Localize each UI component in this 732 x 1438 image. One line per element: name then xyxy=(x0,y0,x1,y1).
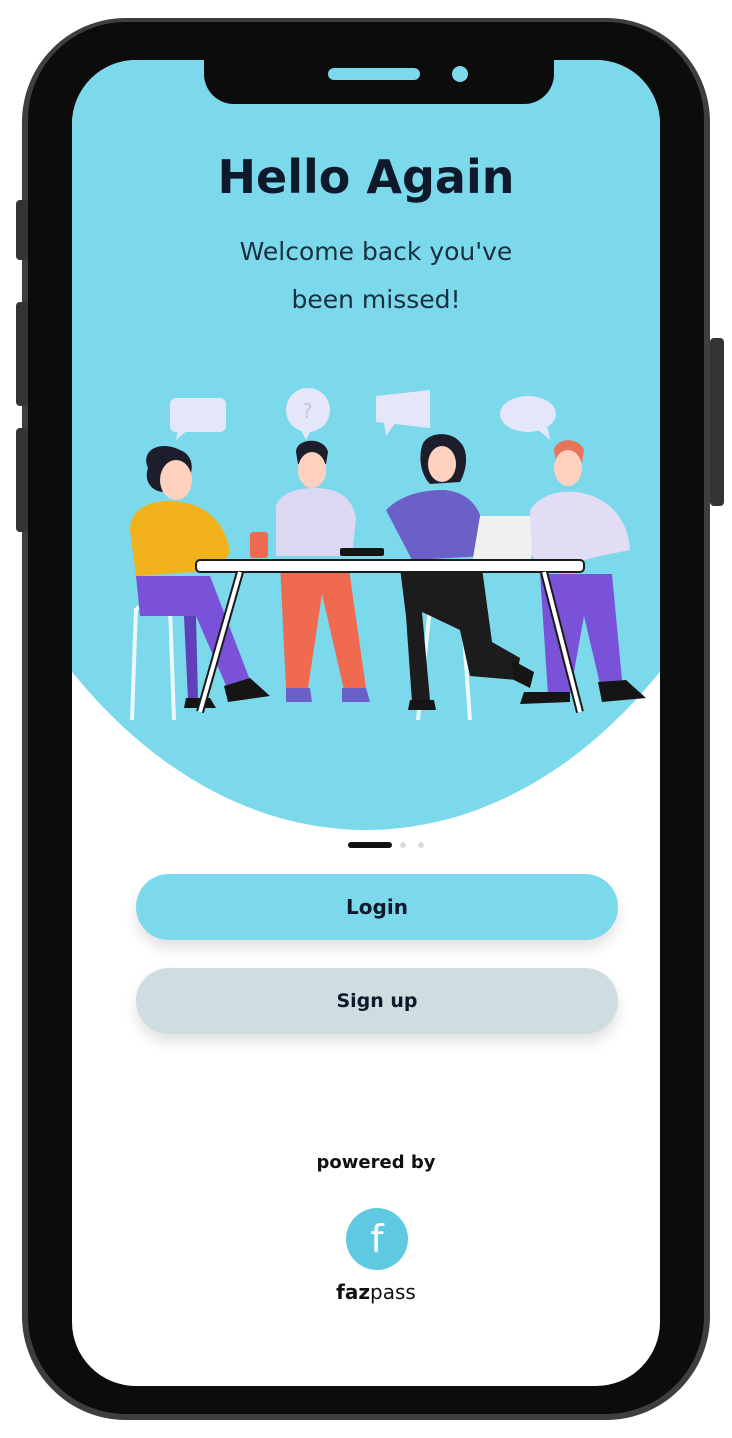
powered-by-label: powered by xyxy=(316,1152,436,1173)
page-dot-active xyxy=(348,842,392,848)
subtitle-line-1: Welcome back you've xyxy=(239,237,513,266)
camera-icon xyxy=(452,66,468,82)
page-dot xyxy=(400,842,406,848)
speaker-icon xyxy=(328,68,420,80)
phone-side-button-left-3 xyxy=(16,428,28,532)
cup-icon xyxy=(250,532,268,558)
brand-name-rest: pass xyxy=(370,1280,416,1304)
person-1 xyxy=(130,446,270,708)
page-indicator xyxy=(340,838,440,850)
brand-name: fazpass xyxy=(300,1280,452,1304)
subtitle-line-2: been missed! xyxy=(291,285,461,314)
megaphone-bubble-icon xyxy=(376,390,430,436)
page-dot xyxy=(418,842,424,848)
chat-bubble-icon xyxy=(500,396,556,440)
team-meeting-illustration: ? xyxy=(130,388,646,721)
svg-text:?: ? xyxy=(302,399,313,423)
page-title: Hello Again xyxy=(217,150,515,204)
phone-on-table-icon xyxy=(340,548,384,556)
login-button[interactable]: Login xyxy=(136,874,618,940)
signup-button[interactable]: Sign up xyxy=(136,968,618,1034)
speech-bubble-icon xyxy=(170,398,226,440)
question-bubble-icon: ? xyxy=(286,388,330,440)
fazpass-logo-glyph: f xyxy=(370,1217,384,1261)
brand-name-bold: faz xyxy=(336,1280,371,1304)
page-subtitle: Welcome back you've been missed! xyxy=(0,228,732,324)
phone-side-button-right xyxy=(710,338,724,506)
